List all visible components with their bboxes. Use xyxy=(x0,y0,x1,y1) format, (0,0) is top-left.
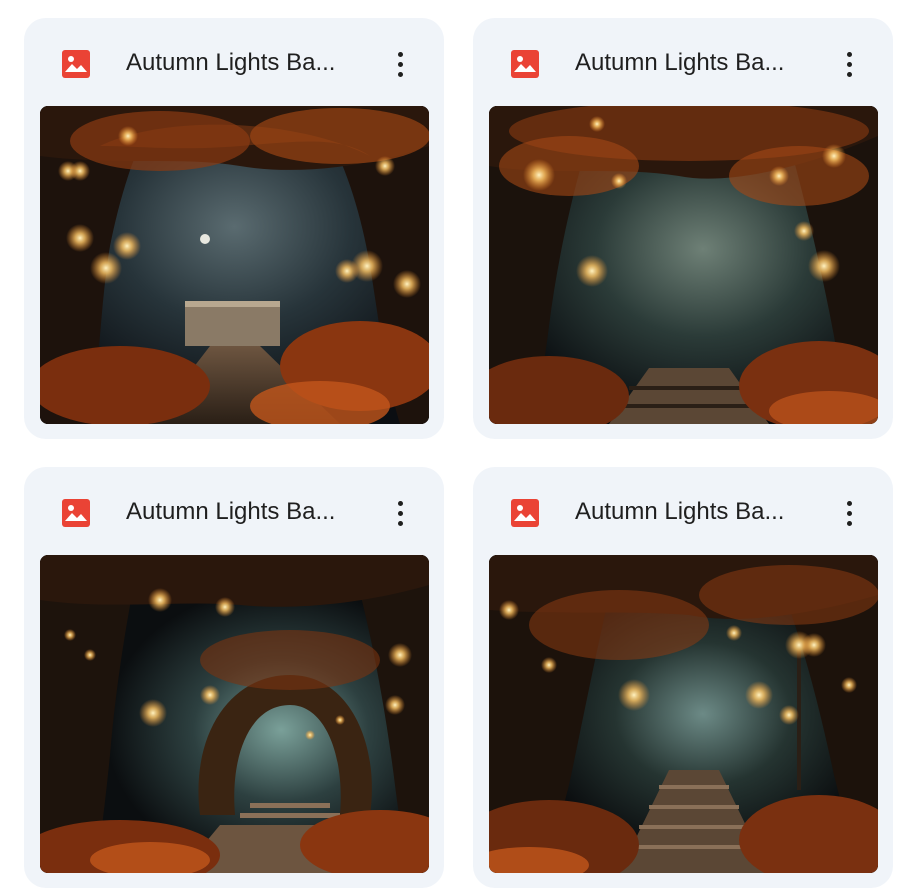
image-thumbnail[interactable] xyxy=(489,106,878,424)
file-card-header: Autumn Lights Ba... xyxy=(24,467,444,555)
file-card[interactable]: Autumn Lights Ba... xyxy=(473,18,893,439)
more-vertical-icon[interactable] xyxy=(829,493,869,533)
image-thumbnail[interactable] xyxy=(40,106,429,424)
image-file-icon xyxy=(509,48,541,80)
image-thumbnail[interactable] xyxy=(40,555,429,873)
image-file-icon xyxy=(509,497,541,529)
file-grid: Autumn Lights Ba... Autumn Lights Ba... … xyxy=(0,0,914,892)
file-title: Autumn Lights Ba... xyxy=(126,498,336,525)
file-card[interactable]: Autumn Lights Ba... xyxy=(473,467,893,888)
file-title: Autumn Lights Ba... xyxy=(575,49,785,76)
file-title: Autumn Lights Ba... xyxy=(126,49,336,76)
file-card[interactable]: Autumn Lights Ba... xyxy=(24,18,444,439)
image-file-icon xyxy=(60,497,92,529)
file-card[interactable]: Autumn Lights Ba... xyxy=(24,467,444,888)
file-card-header: Autumn Lights Ba... xyxy=(473,467,893,555)
file-card-header: Autumn Lights Ba... xyxy=(24,18,444,106)
file-title: Autumn Lights Ba... xyxy=(575,498,785,525)
more-vertical-icon[interactable] xyxy=(380,44,420,84)
image-file-icon xyxy=(60,48,92,80)
more-vertical-icon[interactable] xyxy=(829,44,869,84)
more-vertical-icon[interactable] xyxy=(380,493,420,533)
image-thumbnail[interactable] xyxy=(489,555,878,873)
file-card-header: Autumn Lights Ba... xyxy=(473,18,893,106)
